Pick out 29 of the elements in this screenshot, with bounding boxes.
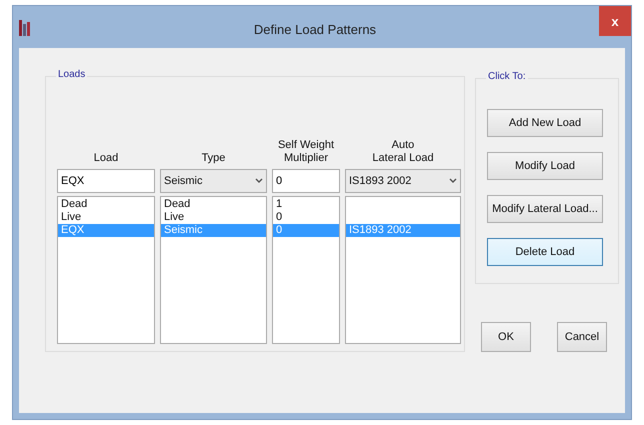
list-item[interactable]: Live [161, 211, 266, 224]
dropdown-caret-icon [255, 178, 263, 184]
column-header: Type [202, 152, 226, 165]
column-header: Lateral Load [372, 152, 434, 165]
cancel-button[interactable]: Cancel [557, 322, 607, 352]
action-button[interactable]: Modify Lateral Load... [487, 195, 603, 223]
window-title: Define Load Patterns [252, 22, 378, 37]
input-field[interactable]: 0 [272, 169, 340, 193]
list-item[interactable]: Dead [58, 198, 154, 211]
action-button[interactable]: Modify Load [487, 152, 603, 180]
group-label: Click To: [486, 71, 528, 82]
list-item[interactable]: Dead [161, 198, 266, 211]
action-button[interactable]: Delete Load [487, 238, 603, 266]
action-button[interactable]: Add New Load [487, 109, 603, 137]
dropdown[interactable]: IS1893 2002 [345, 169, 461, 193]
dropdown[interactable]: Seismic [160, 169, 267, 193]
list-item[interactable]: Live [58, 211, 154, 224]
list-item[interactable]: 1 [273, 198, 339, 211]
app-icon [19, 20, 31, 36]
group-label: Loads [56, 69, 88, 80]
list-item[interactable]: 0 [273, 211, 339, 224]
column-header: Self Weight [278, 139, 334, 152]
close-button[interactable]: x [599, 6, 631, 36]
ok-button[interactable]: OK [481, 322, 531, 352]
column-header: Auto [392, 139, 414, 152]
input-field[interactable]: EQX [57, 169, 155, 193]
column-header: Multiplier [284, 152, 328, 165]
column-header: Load [94, 152, 118, 165]
dropdown-caret-icon [449, 178, 457, 184]
